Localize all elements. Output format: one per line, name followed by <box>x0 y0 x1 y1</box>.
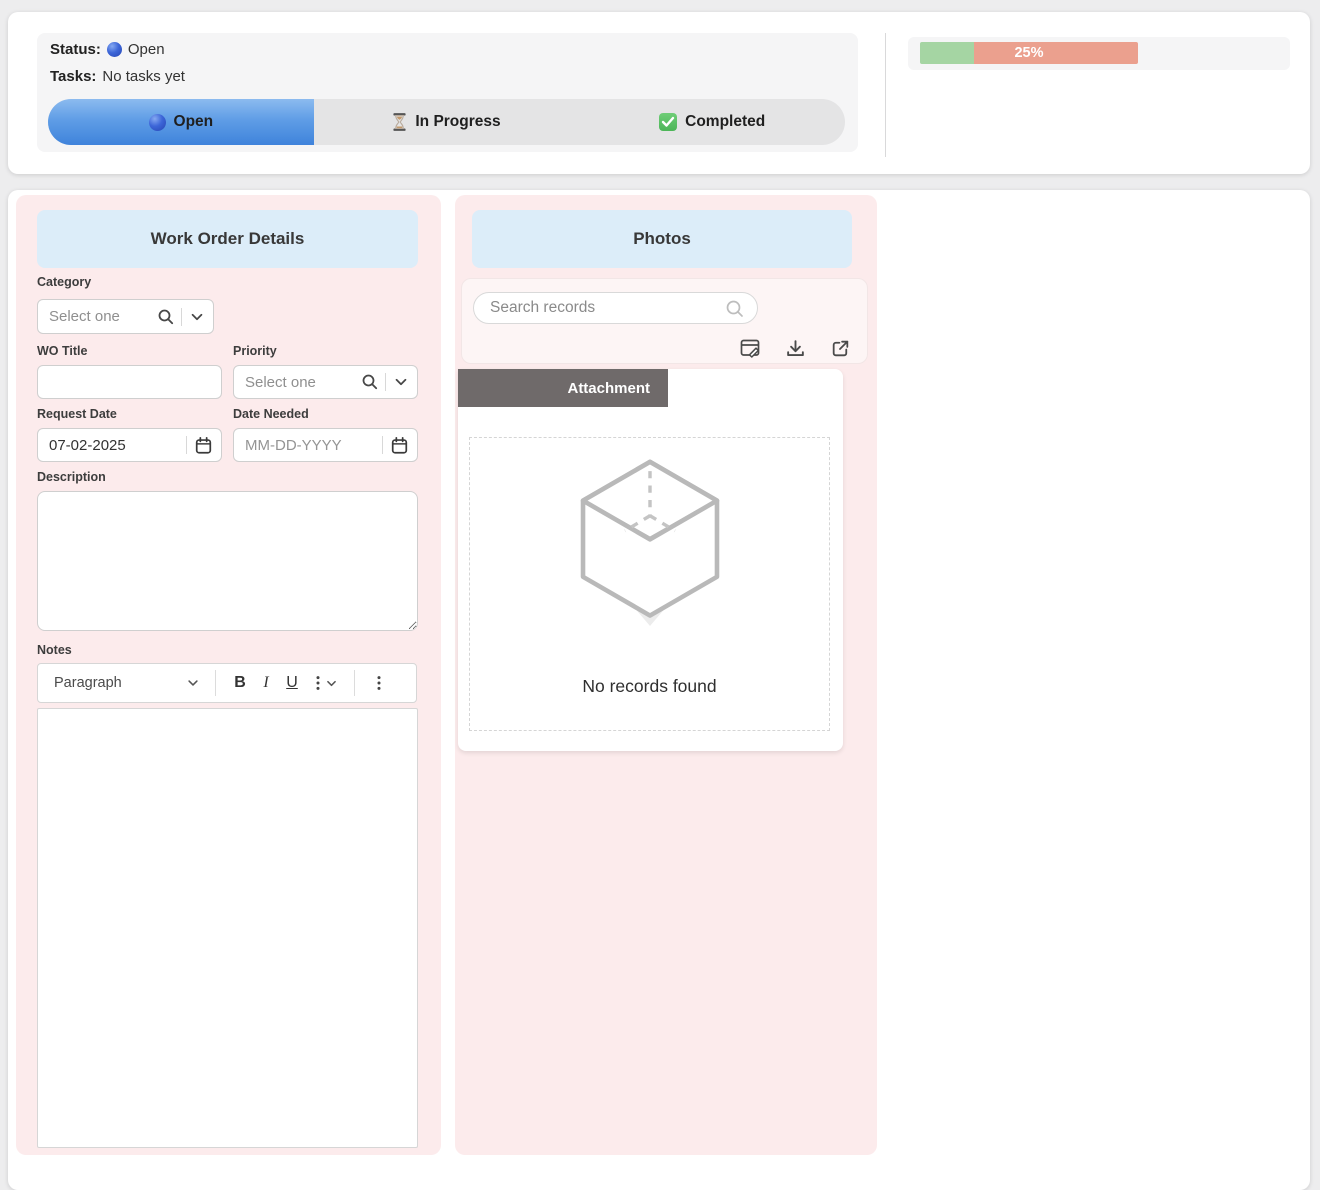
paragraph-style-dropdown[interactable]: Paragraph <box>54 675 204 691</box>
wo-title-input[interactable] <box>38 366 221 398</box>
blue-sphere-icon <box>149 114 166 131</box>
open-box-icon <box>571 454 729 630</box>
segment-in-progress-label: In Progress <box>415 113 500 131</box>
attachment-content: No records found <box>458 369 843 751</box>
kebab-dots-icon <box>311 675 325 691</box>
category-select[interactable]: Select one <box>37 299 214 334</box>
work-order-panel-title: Work Order Details <box>37 210 418 268</box>
status-line: Status: Open <box>50 41 165 58</box>
chevron-down-icon <box>325 677 338 690</box>
underline-button[interactable]: U <box>279 668 305 698</box>
calendar-icon[interactable] <box>194 436 213 455</box>
toolbar-divider <box>354 670 355 696</box>
progress-percent: 25% <box>920 42 1138 64</box>
segment-completed[interactable]: Completed <box>579 99 845 145</box>
segment-in-progress[interactable]: In Progress <box>314 99 580 145</box>
progress-bar: 25% <box>920 42 1138 64</box>
category-placeholder: Select one <box>38 308 157 325</box>
empty-state-box: No records found <box>469 437 830 731</box>
search-icon <box>725 299 745 319</box>
divider <box>186 436 187 454</box>
date-needed-field[interactable] <box>233 428 418 462</box>
notes-label: Notes <box>37 643 72 657</box>
search-records-field <box>473 292 758 324</box>
empty-state-text: No records found <box>470 676 829 697</box>
green-check-icon <box>659 113 677 131</box>
chevron-down-icon <box>186 676 200 690</box>
date-needed-input[interactable] <box>234 429 376 461</box>
description-label: Description <box>37 470 106 484</box>
progress-container: 25% <box>908 37 1290 70</box>
main-card: Work Order Details Category Select one W… <box>8 190 1310 1190</box>
tasks-label: Tasks: <box>50 68 96 85</box>
request-date-field[interactable] <box>37 428 222 462</box>
category-label: Category <box>37 275 91 289</box>
more-formatting-dropdown[interactable] <box>305 668 343 698</box>
download-tray-icon <box>785 338 806 359</box>
search-icon <box>361 373 379 391</box>
date-needed-label: Date Needed <box>233 407 309 421</box>
open-external-button[interactable] <box>830 337 851 359</box>
kebab-dots-icon <box>372 675 386 691</box>
status-segmented-bar: Open In Progress Completed <box>48 99 845 145</box>
priority-placeholder: Select one <box>234 374 361 391</box>
status-card: Status: Open Tasks: No tasks yet Open <box>8 12 1310 174</box>
tasks-line: Tasks: No tasks yet <box>50 68 185 85</box>
photos-panel-title: Photos <box>472 210 852 268</box>
description-textarea[interactable] <box>37 491 418 631</box>
toolbar-overflow-button[interactable] <box>366 668 392 698</box>
wo-title-label: WO Title <box>37 344 87 358</box>
status-summary: Status: Open Tasks: No tasks yet Open <box>37 33 858 152</box>
photos-panel: Photos <box>455 195 877 1155</box>
vertical-divider <box>885 33 886 157</box>
external-link-icon <box>830 338 851 359</box>
work-order-panel: Work Order Details Category Select one W… <box>16 195 441 1155</box>
tab-attachment[interactable]: Attachment <box>458 369 668 407</box>
divider <box>385 373 386 391</box>
tasks-value: No tasks yet <box>102 68 185 85</box>
search-icon <box>157 308 175 326</box>
calendar-icon[interactable] <box>390 436 409 455</box>
notes-editor-area[interactable] <box>37 708 418 1148</box>
bold-button[interactable]: B <box>227 668 253 698</box>
priority-label: Priority <box>233 344 277 358</box>
wo-title-field-wrap <box>37 365 222 399</box>
priority-select[interactable]: Select one <box>233 365 418 399</box>
divider <box>181 308 182 326</box>
photos-action-icons <box>739 337 851 359</box>
chevron-down-icon[interactable] <box>189 309 205 325</box>
blue-sphere-icon <box>107 42 122 57</box>
chevron-down-icon[interactable] <box>393 374 409 390</box>
request-date-input[interactable] <box>38 429 180 461</box>
status-label: Status: <box>50 41 101 58</box>
edit-records-button[interactable] <box>739 337 761 359</box>
toolbar-divider <box>215 670 216 696</box>
notes-rich-text-toolbar: Paragraph B I U <box>37 663 417 703</box>
hourglass-icon <box>392 112 407 132</box>
status-value: Open <box>128 41 165 58</box>
segment-completed-label: Completed <box>685 113 765 131</box>
paragraph-style-label: Paragraph <box>54 675 122 691</box>
download-button[interactable] <box>785 337 806 359</box>
search-records-input[interactable] <box>474 293 757 323</box>
segment-open[interactable]: Open <box>48 99 314 145</box>
request-date-label: Request Date <box>37 407 117 421</box>
italic-button[interactable]: I <box>253 668 279 698</box>
photos-toolbar <box>461 278 868 364</box>
form-pencil-icon <box>739 337 761 359</box>
segment-open-label: Open <box>174 113 214 131</box>
divider <box>382 436 383 454</box>
